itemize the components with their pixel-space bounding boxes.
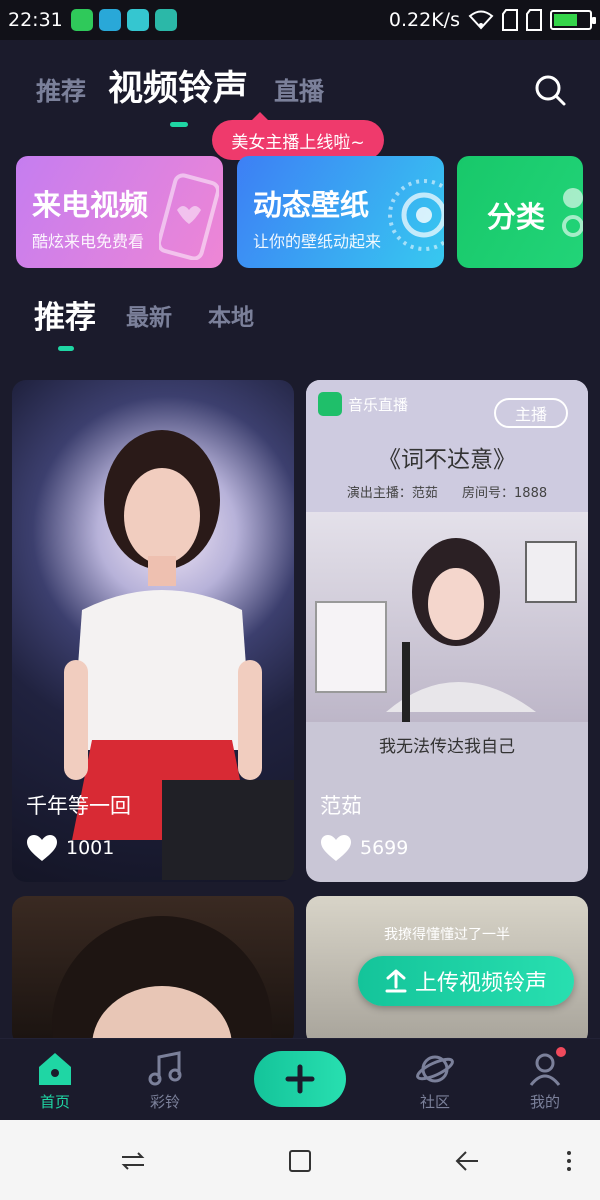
system-nav-bar	[0, 1120, 600, 1200]
switch-icon[interactable]	[120, 1148, 146, 1174]
subtab-latest[interactable]: 最新	[126, 298, 172, 332]
upload-label: 上传视频铃声	[414, 971, 547, 996]
wechat-icon	[70, 9, 93, 31]
home-square-icon[interactable]	[287, 1148, 313, 1174]
status-time: 22:31	[8, 9, 63, 31]
video-caption: 我撩得懂懂过了一半	[384, 927, 510, 943]
feature-title: 来电视频	[32, 188, 149, 222]
tab-recommend[interactable]: 推荐	[36, 72, 86, 108]
disc-deco-icon	[388, 179, 444, 251]
live-badge: 主播	[494, 398, 568, 428]
like-count[interactable]: 1001	[26, 834, 114, 862]
logo-icon	[318, 392, 342, 416]
feature-subtitle: 让你的壁纸动起来	[253, 232, 382, 251]
subtab-recommend[interactable]: 推荐	[34, 292, 96, 337]
video-thumbnail	[306, 512, 588, 722]
app-logo: 音乐直播	[318, 392, 408, 416]
feature-call-video[interactable]: 来电视频 酷炫来电免费看	[16, 156, 223, 268]
stream-meta: 演出主播：范茹 房间号：1888	[346, 486, 548, 501]
video-caption: 我无法传达我自己	[379, 737, 515, 757]
video-card[interactable]: 千年等一回 1001	[12, 380, 294, 882]
dj-deck	[162, 780, 294, 880]
like-number: 5699	[360, 837, 409, 859]
feature-title: 分类	[487, 200, 546, 234]
live-tooltip[interactable]: 美女主播上线啦~	[212, 112, 384, 160]
more-icon[interactable]	[556, 1148, 582, 1174]
wifi-icon	[468, 10, 494, 30]
create-button[interactable]	[254, 1051, 346, 1107]
usb-icon	[154, 9, 177, 31]
battery-icon	[550, 10, 596, 30]
category-deco-icon	[562, 188, 583, 237]
heart-icon	[27, 835, 57, 861]
nav-profile[interactable]: 我的	[510, 1047, 580, 1112]
feature-live-wallpaper[interactable]: 动态壁纸 让你的壁纸动起来	[237, 156, 444, 268]
song-title: 《词不达意》	[378, 447, 516, 473]
upload-video-button[interactable]: 上传视频铃声	[358, 956, 574, 1006]
feature-category[interactable]: 分类	[457, 156, 583, 268]
bottom-nav: 首页 彩铃 社区 我的	[0, 1038, 600, 1120]
browser-icon	[98, 9, 121, 31]
subtab-indicator	[58, 346, 74, 351]
upload-icon	[385, 969, 407, 993]
video-title: 千年等一回	[26, 794, 131, 818]
plus-icon	[285, 1064, 315, 1094]
tab-video-ringtone[interactable]: 视频铃声	[108, 60, 248, 111]
notification-dot	[556, 1047, 566, 1057]
nav-ringback[interactable]: 彩铃	[130, 1049, 200, 1112]
streamer-image	[315, 538, 577, 722]
tab-live[interactable]: 直播	[274, 72, 324, 108]
like-count[interactable]: 5699	[320, 834, 408, 862]
feature-subtitle: 酷炫来电免费看	[32, 232, 145, 251]
subtab-local[interactable]: 本地	[208, 298, 254, 332]
planet-icon	[416, 1055, 454, 1083]
video-card[interactable]	[12, 896, 294, 1046]
nav-home[interactable]: 首页	[20, 1049, 90, 1112]
sim-icon	[502, 9, 518, 31]
phone-deco-icon	[159, 173, 219, 260]
like-number: 1001	[66, 837, 115, 859]
sim-icon-2	[526, 9, 542, 31]
heart-icon	[321, 835, 351, 861]
home-icon	[39, 1053, 71, 1085]
top-tab-bar: 推荐 视频铃声 直播	[36, 60, 570, 120]
back-icon[interactable]	[454, 1148, 480, 1174]
feature-title: 动态壁纸	[253, 188, 370, 222]
search-icon[interactable]	[532, 72, 568, 108]
nav-community[interactable]: 社区	[400, 1049, 470, 1112]
video-title: 范茹	[320, 794, 362, 818]
video-card[interactable]: 音乐直播 主播 《词不达意》 演出主播：范茹 房间号：1888 我无法传达我自己…	[306, 380, 588, 882]
net-speed: 0.22K/s	[388, 9, 460, 31]
music-note-icon	[148, 1051, 182, 1086]
tab-indicator	[170, 122, 188, 127]
status-bar: 22:31 0.22K/s	[0, 0, 600, 40]
app-icon	[126, 9, 149, 31]
video-thumbnail	[52, 916, 272, 1046]
